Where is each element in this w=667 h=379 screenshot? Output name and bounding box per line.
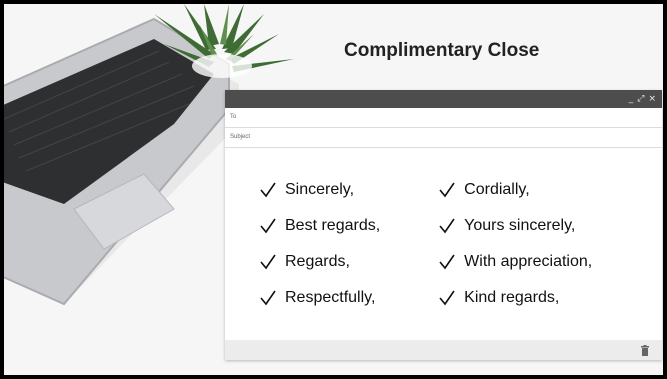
list-item: Kind regards, — [438, 286, 592, 309]
minimize-icon[interactable]: _ — [629, 93, 634, 105]
slide: Complimentary Close _ ⤢ × To Subject Sin… — [4, 4, 663, 375]
check-icon — [439, 218, 455, 233]
closings-right-column: Cordially, Yours sincerely, With appreci… — [438, 178, 592, 322]
list-item: With appreciation, — [438, 250, 592, 273]
to-field[interactable]: To — [225, 108, 662, 128]
check-icon — [260, 290, 276, 305]
check-icon — [439, 290, 455, 305]
closing-label: With appreciation, — [464, 252, 593, 270]
closing-label: Regards, — [285, 252, 350, 270]
window-footer — [225, 340, 662, 360]
closings-left-column: Sincerely, Best regards, Regards, Respec… — [259, 178, 380, 322]
window-controls: _ ⤢ × — [629, 93, 656, 105]
trash-icon[interactable] — [640, 345, 650, 356]
check-icon — [260, 218, 276, 233]
closing-label: Sincerely, — [285, 180, 355, 198]
check-icon — [439, 254, 455, 269]
email-compose-window: _ ⤢ × To Subject Sincerely, Best regards… — [225, 90, 662, 360]
check-icon — [260, 182, 276, 197]
expand-icon[interactable]: ⤢ — [637, 93, 644, 105]
list-item: Regards, — [259, 250, 380, 273]
list-item: Yours sincerely, — [438, 214, 592, 237]
closing-label: Best regards, — [285, 216, 381, 234]
list-item: Respectfully, — [259, 286, 380, 309]
list-item: Sincerely, — [259, 178, 380, 201]
closings-lists: Sincerely, Best regards, Regards, Respec… — [259, 178, 592, 322]
close-icon[interactable]: × — [648, 93, 656, 105]
list-item: Cordially, — [438, 178, 592, 201]
check-icon — [439, 182, 455, 197]
check-icon — [260, 254, 276, 269]
window-titlebar: _ ⤢ × — [225, 90, 662, 108]
subject-field[interactable]: Subject — [225, 128, 662, 148]
slide-title: Complimentary Close — [344, 40, 540, 61]
closing-label: Cordially, — [464, 180, 530, 198]
closing-label: Kind regards, — [464, 288, 560, 306]
closing-label: Respectfully, — [285, 288, 376, 306]
list-item: Best regards, — [259, 214, 380, 237]
closing-label: Yours sincerely, — [464, 216, 576, 234]
